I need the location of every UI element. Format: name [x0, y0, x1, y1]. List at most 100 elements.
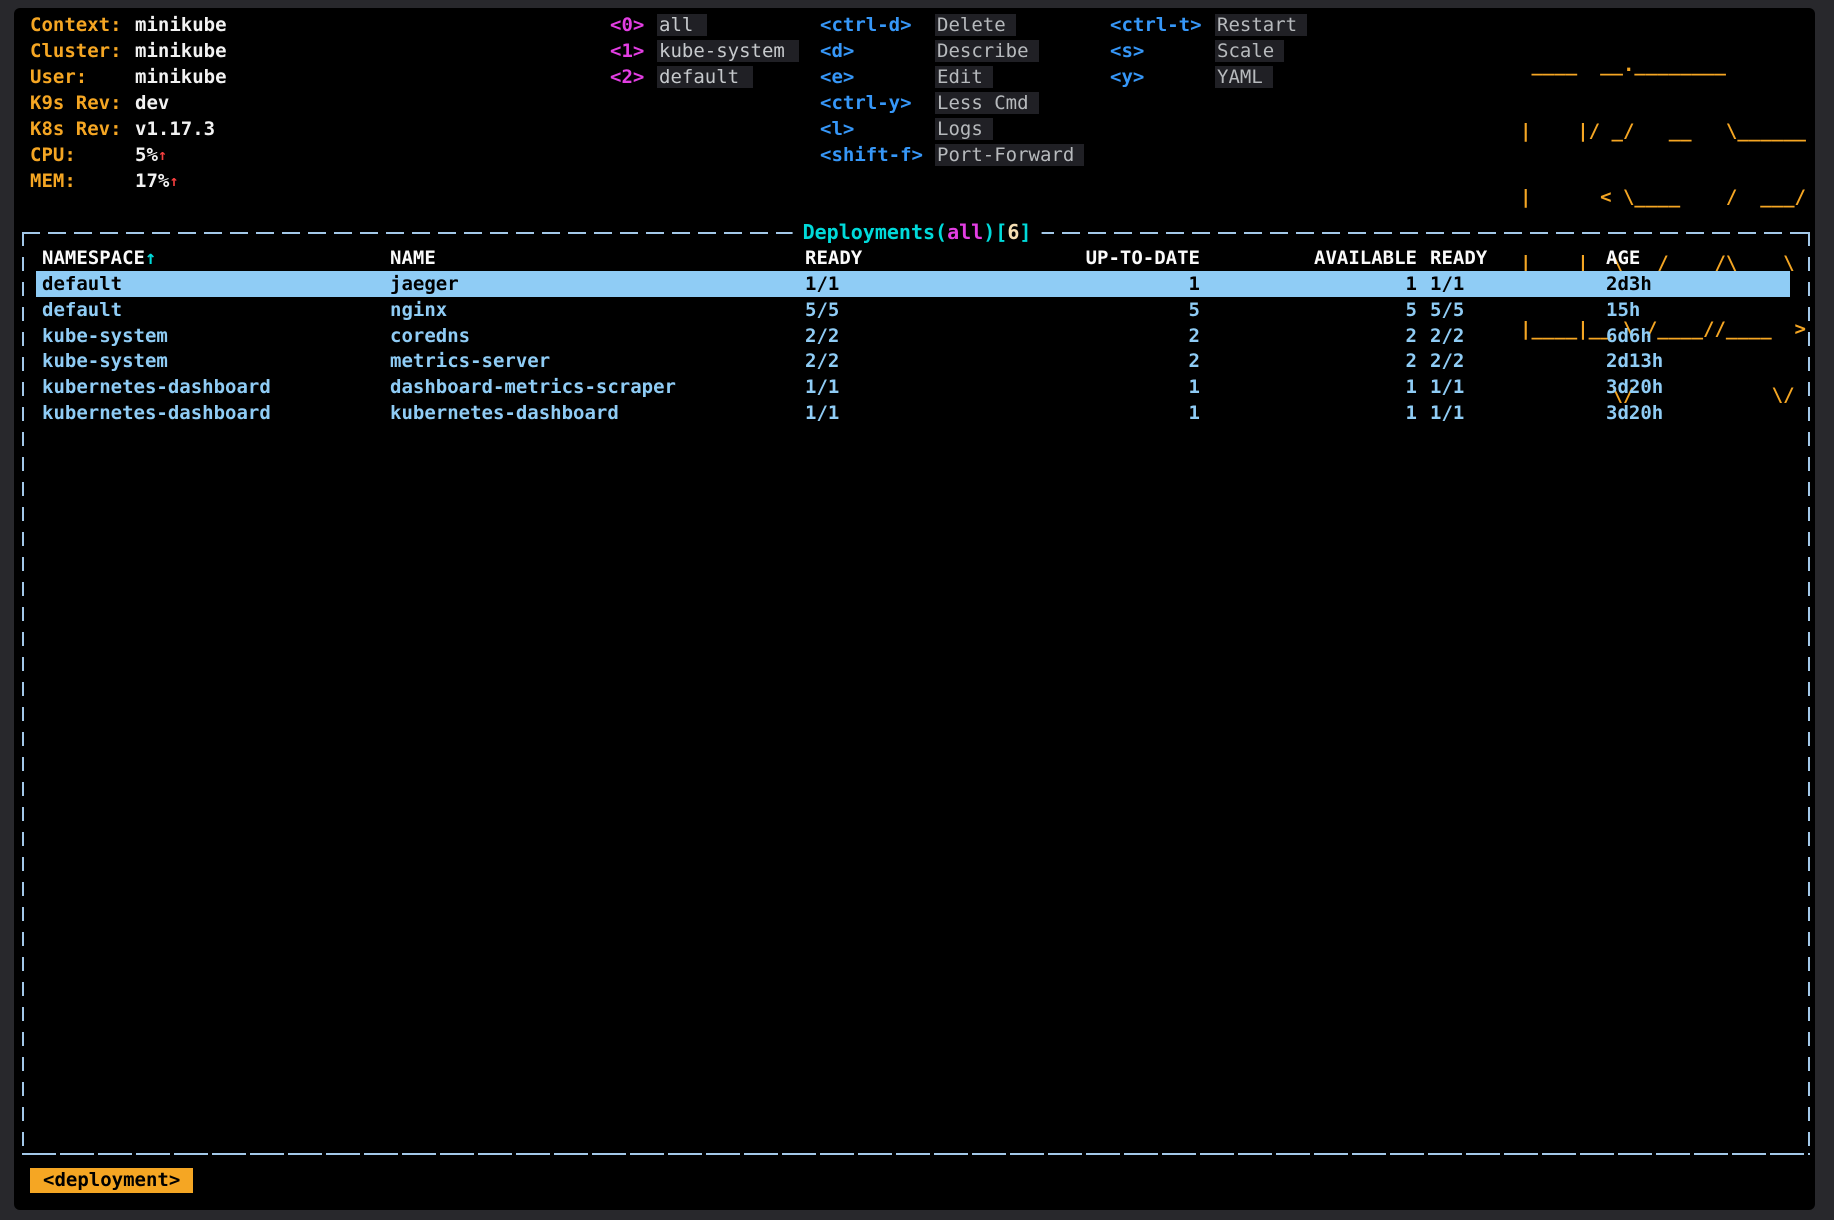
namespace-item-all[interactable]: <0>all [610, 12, 799, 38]
logo-line: ____ __.________ [1520, 54, 1806, 76]
column-header-available[interactable]: AVAILABLE [1200, 245, 1417, 271]
trend-up-icon: ↑ [169, 172, 178, 190]
info-row-cluster: Cluster:minikube [30, 38, 227, 64]
cell-ready2: 2/2 [1417, 323, 1606, 349]
cell-available: 5 [1200, 297, 1417, 323]
cell-namespace: kube-system [42, 323, 390, 349]
info-label: Cluster: [30, 38, 135, 64]
cell-ready2: 1/1 [1417, 374, 1606, 400]
hotkey-label: Restart [1215, 14, 1307, 36]
info-label: Context: [30, 12, 135, 38]
cell-name: nginx [390, 297, 805, 323]
hotkey-label: Edit [935, 66, 993, 88]
table-row[interactable]: kubernetes-dashboard kubernetes-dashboar… [36, 400, 1790, 426]
column-header-ready[interactable]: READY [805, 245, 905, 271]
table-row[interactable]: default nginx 5/5 5 5 5/5 15h [36, 297, 1790, 323]
namespace-item-default[interactable]: <2>default [610, 64, 799, 90]
column-header-namespace[interactable]: NAMESPACE↑ [42, 245, 390, 271]
hotkey-item-logs[interactable]: <l>Logs [820, 116, 1084, 142]
hotkey-key: <ctrl-d> [820, 12, 935, 38]
hotkey-item-edit[interactable]: <e>Edit [820, 64, 1084, 90]
cell-available: 1 [1200, 271, 1417, 297]
info-label: MEM: [30, 168, 135, 194]
cell-ready: 1/1 [805, 400, 905, 426]
hotkey-item-describe[interactable]: <d>Describe [820, 38, 1084, 64]
cell-ready: 1/1 [805, 374, 905, 400]
cell-up-to-date: 1 [905, 271, 1200, 297]
namespace-label: all [657, 14, 707, 36]
hotkey-label: Delete [935, 14, 1016, 36]
cell-up-to-date: 1 [905, 374, 1200, 400]
cell-name: coredns [390, 323, 805, 349]
namespace-shortcuts: <0>all <1>kube-system <2>default [610, 12, 799, 90]
hotkey-item-restart[interactable]: <ctrl-t>Restart [1110, 12, 1307, 38]
breadcrumb-deployment[interactable]: <deployment> [30, 1168, 193, 1193]
sort-ascending-icon: ↑ [145, 247, 156, 269]
cell-ready: 2/2 [805, 323, 905, 349]
hotkey-item-delete[interactable]: <ctrl-d>Delete [820, 12, 1084, 38]
view-title-resource: Deployments [803, 220, 935, 244]
hotkey-key: <s> [1110, 38, 1215, 64]
hotkey-menu-column-1: <ctrl-d>Delete <d>Describe <e>Edit <ctrl… [820, 12, 1084, 168]
cell-ready: 2/2 [805, 348, 905, 374]
k9s-app-window: Context:minikube Cluster:minikube User:m… [0, 0, 1834, 1220]
cell-age: 2d3h [1606, 271, 1790, 297]
cluster-info-panel: Context:minikube Cluster:minikube User:m… [30, 12, 227, 194]
trend-up-icon: ↑ [158, 146, 167, 164]
info-row-k8s-rev: K8s Rev:v1.17.3 [30, 116, 227, 142]
namespace-label: kube-system [657, 40, 799, 62]
shortcut-key: <0> [610, 12, 657, 38]
info-label: K8s Rev: [30, 116, 135, 142]
info-label: User: [30, 64, 135, 90]
cell-name: dashboard-metrics-scraper [390, 374, 805, 400]
hotkey-key: <l> [820, 116, 935, 142]
cell-age: 2d13h [1606, 348, 1790, 374]
table-border-right [1808, 232, 1810, 1155]
view-title-bracket: [ [995, 220, 1007, 244]
namespace-label: default [657, 66, 753, 88]
hotkey-menu-column-2: <ctrl-t>Restart <s>Scale <y>YAML [1110, 12, 1307, 90]
hotkey-label: Less Cmd [935, 92, 1039, 114]
info-label: K9s Rev: [30, 90, 135, 116]
shortcut-key: <2> [610, 64, 657, 90]
cell-age: 3d20h [1606, 374, 1790, 400]
info-row-k9s-rev: K9s Rev:dev [30, 90, 227, 116]
table-row[interactable]: kube-system coredns 2/2 2 2 2/2 6d6h [36, 323, 1790, 349]
column-header-ready2[interactable]: READY [1417, 245, 1606, 271]
cell-name: kubernetes-dashboard [390, 400, 805, 426]
view-title-count: 6 [1007, 220, 1019, 244]
cell-available: 2 [1200, 348, 1417, 374]
info-value: minikube [135, 40, 227, 62]
table-row[interactable]: kube-system metrics-server 2/2 2 2 2/2 2… [36, 348, 1790, 374]
cell-ready2: 1/1 [1417, 271, 1606, 297]
cell-available: 1 [1200, 374, 1417, 400]
shortcut-key: <1> [610, 38, 657, 64]
cell-up-to-date: 2 [905, 323, 1200, 349]
table-row-selected[interactable]: default jaeger 1/1 1 1 1/1 2d3h [36, 271, 1790, 297]
cell-age: 3d20h [1606, 400, 1790, 426]
table-header-row: NAMESPACE↑ NAME READY UP-TO-DATE AVAILAB… [36, 245, 1790, 271]
column-header-age[interactable]: AGE [1606, 245, 1790, 271]
hotkey-item-yaml[interactable]: <y>YAML [1110, 64, 1307, 90]
info-row-cpu: CPU:5%↑ [30, 142, 227, 168]
hotkey-label: Scale [1215, 40, 1284, 62]
cell-namespace: default [42, 297, 390, 323]
table-border-bottom [22, 1153, 1810, 1155]
hotkey-item-port-forward[interactable]: <shift-f>Port-Forward [820, 142, 1084, 168]
hotkey-key: <ctrl-y> [820, 90, 935, 116]
namespace-item-kube-system[interactable]: <1>kube-system [610, 38, 799, 64]
hotkey-item-scale[interactable]: <s>Scale [1110, 38, 1307, 64]
hotkey-key: <ctrl-t> [1110, 12, 1215, 38]
cell-namespace: default [42, 271, 390, 297]
column-header-up-to-date[interactable]: UP-TO-DATE [905, 245, 1200, 271]
hotkey-key: <y> [1110, 64, 1215, 90]
table-row[interactable]: kubernetes-dashboard dashboard-metrics-s… [36, 374, 1790, 400]
cell-up-to-date: 5 [905, 297, 1200, 323]
cell-ready2: 5/5 [1417, 297, 1606, 323]
hotkey-item-less-cmd[interactable]: <ctrl-y>Less Cmd [820, 90, 1084, 116]
info-row-mem: MEM:17%↑ [30, 168, 227, 194]
info-row-user: User:minikube [30, 64, 227, 90]
column-header-name[interactable]: NAME [390, 245, 805, 271]
cell-up-to-date: 1 [905, 400, 1200, 426]
logo-line: | < \____ / ___/ [1520, 186, 1806, 208]
